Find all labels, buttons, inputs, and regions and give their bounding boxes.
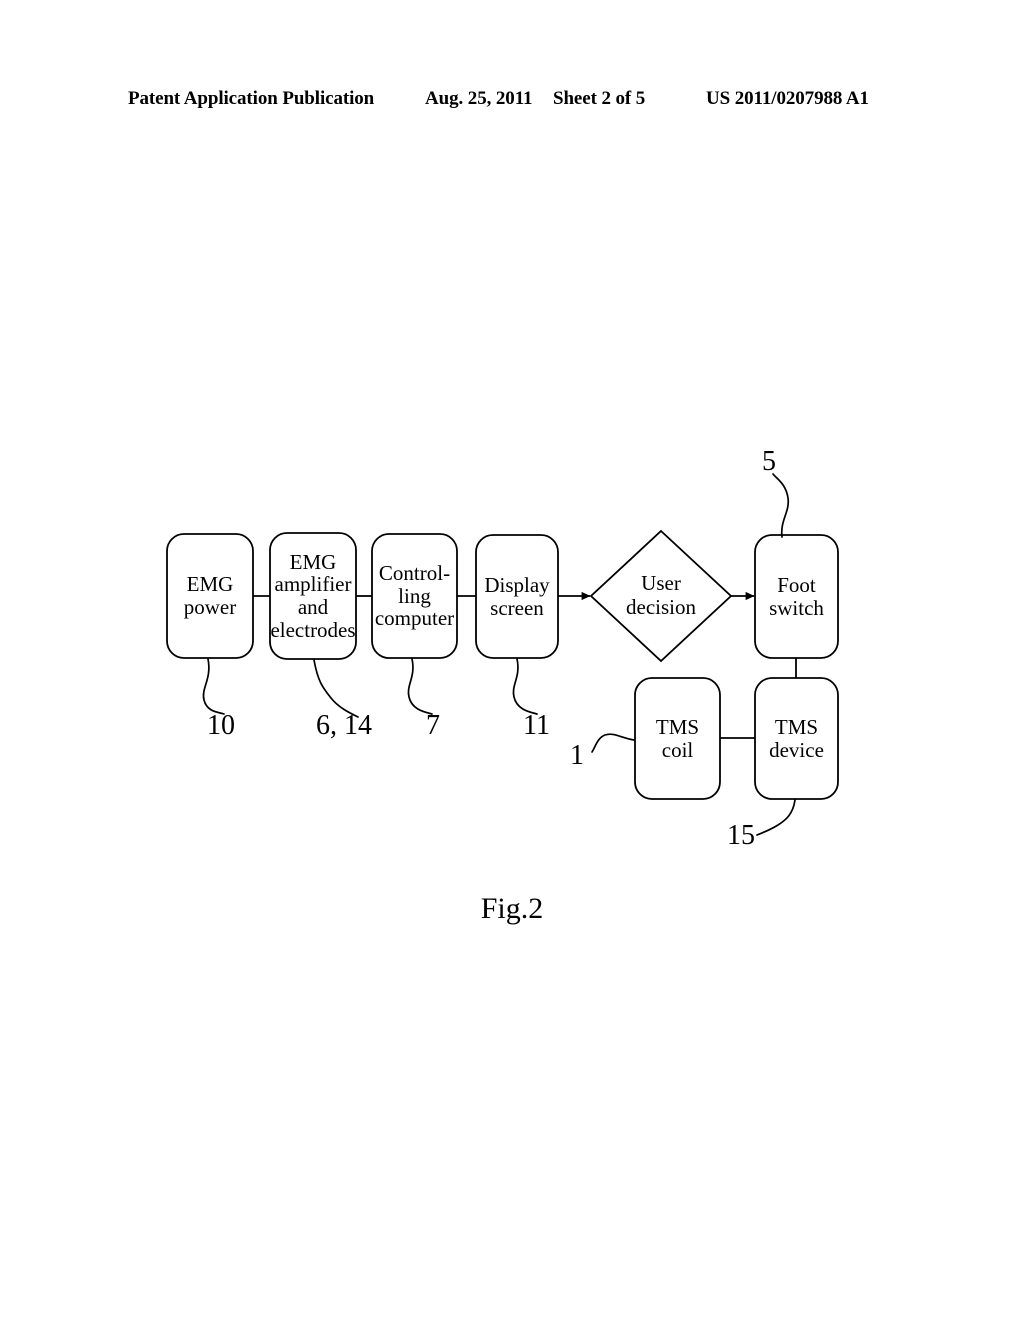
node-user-decision-label: User decision xyxy=(626,572,696,619)
node-controlling-computer-line-3: computer xyxy=(374,606,455,631)
node-controlling-computer[interactable]: Control- ling computer xyxy=(372,534,457,658)
leader-line-ref-5 xyxy=(772,473,790,538)
reference-numeral-10: 10 xyxy=(207,710,235,741)
node-emg-amplifier-line-3: and xyxy=(297,595,329,619)
reference-numeral-11: 11 xyxy=(523,710,550,741)
node-emg-power-line-2: power xyxy=(183,595,237,619)
node-controlling-computer-line-1: Control- xyxy=(378,560,451,585)
node-tms-coil-line-1: TMS xyxy=(655,714,700,739)
node-display-screen-label: Display screen xyxy=(476,572,558,620)
reference-numeral-6-14: 6, 14 xyxy=(316,710,372,741)
figure-2-block-diagram: EMG power EMG amplifier and electrodes C… xyxy=(0,0,1024,1320)
node-emg-amplifier[interactable]: EMG amplifier and electrodes xyxy=(270,533,356,659)
node-foot-switch-line-1: Foot xyxy=(777,572,816,597)
leader-line-ref-6-14 xyxy=(313,659,359,718)
figure-caption: Fig.2 xyxy=(480,892,544,925)
node-tms-coil-label: TMS coil xyxy=(635,714,720,762)
node-controlling-computer-label: Control- ling computer xyxy=(372,562,457,630)
reference-numeral-5: 5 xyxy=(762,446,776,477)
node-foot-switch-label: Foot switch xyxy=(755,572,838,620)
node-controlling-computer-line-2: ling xyxy=(398,583,431,608)
node-emg-amplifier-line-4: electrodes xyxy=(270,617,356,642)
node-tms-device-label: TMS device xyxy=(755,714,838,762)
reference-numeral-15: 15 xyxy=(727,820,755,851)
node-emg-amplifier-line-1: EMG xyxy=(289,549,337,574)
node-tms-device[interactable]: TMS device xyxy=(755,678,838,799)
node-user-decision-line-1: User xyxy=(641,571,681,596)
node-display-screen[interactable]: Display screen xyxy=(476,535,558,658)
node-foot-switch[interactable]: Foot switch xyxy=(755,535,838,658)
leader-line-ref-11 xyxy=(512,658,538,715)
leader-line-ref-15 xyxy=(756,799,796,836)
node-tms-device-line-1: TMS xyxy=(774,714,819,739)
node-user-decision-line-2: decision xyxy=(626,595,696,619)
diagram-vector-layer xyxy=(166,473,839,836)
node-emg-power-label: EMG power xyxy=(167,573,253,618)
node-display-screen-line-2: screen xyxy=(490,595,544,620)
node-emg-amplifier-label: EMG amplifier and electrodes xyxy=(270,549,356,642)
node-foot-switch-line-2: switch xyxy=(769,595,824,620)
leader-line-ref-7 xyxy=(407,658,433,715)
leader-line-ref-10 xyxy=(202,658,225,715)
node-emg-power-line-1: EMG xyxy=(186,572,234,597)
node-emg-power[interactable]: EMG power xyxy=(167,534,253,658)
node-user-decision[interactable]: User decision xyxy=(591,531,731,661)
reference-numeral-7: 7 xyxy=(426,710,440,741)
leader-line-ref-1 xyxy=(591,733,635,753)
node-display-screen-line-1: Display xyxy=(484,572,550,597)
reference-numeral-1: 1 xyxy=(570,740,584,771)
node-tms-device-line-2: device xyxy=(769,737,824,762)
node-tms-coil-line-2: coil xyxy=(661,737,694,762)
node-tms-coil[interactable]: TMS coil xyxy=(635,678,720,799)
node-emg-amplifier-line-2: amplifier xyxy=(274,572,352,597)
